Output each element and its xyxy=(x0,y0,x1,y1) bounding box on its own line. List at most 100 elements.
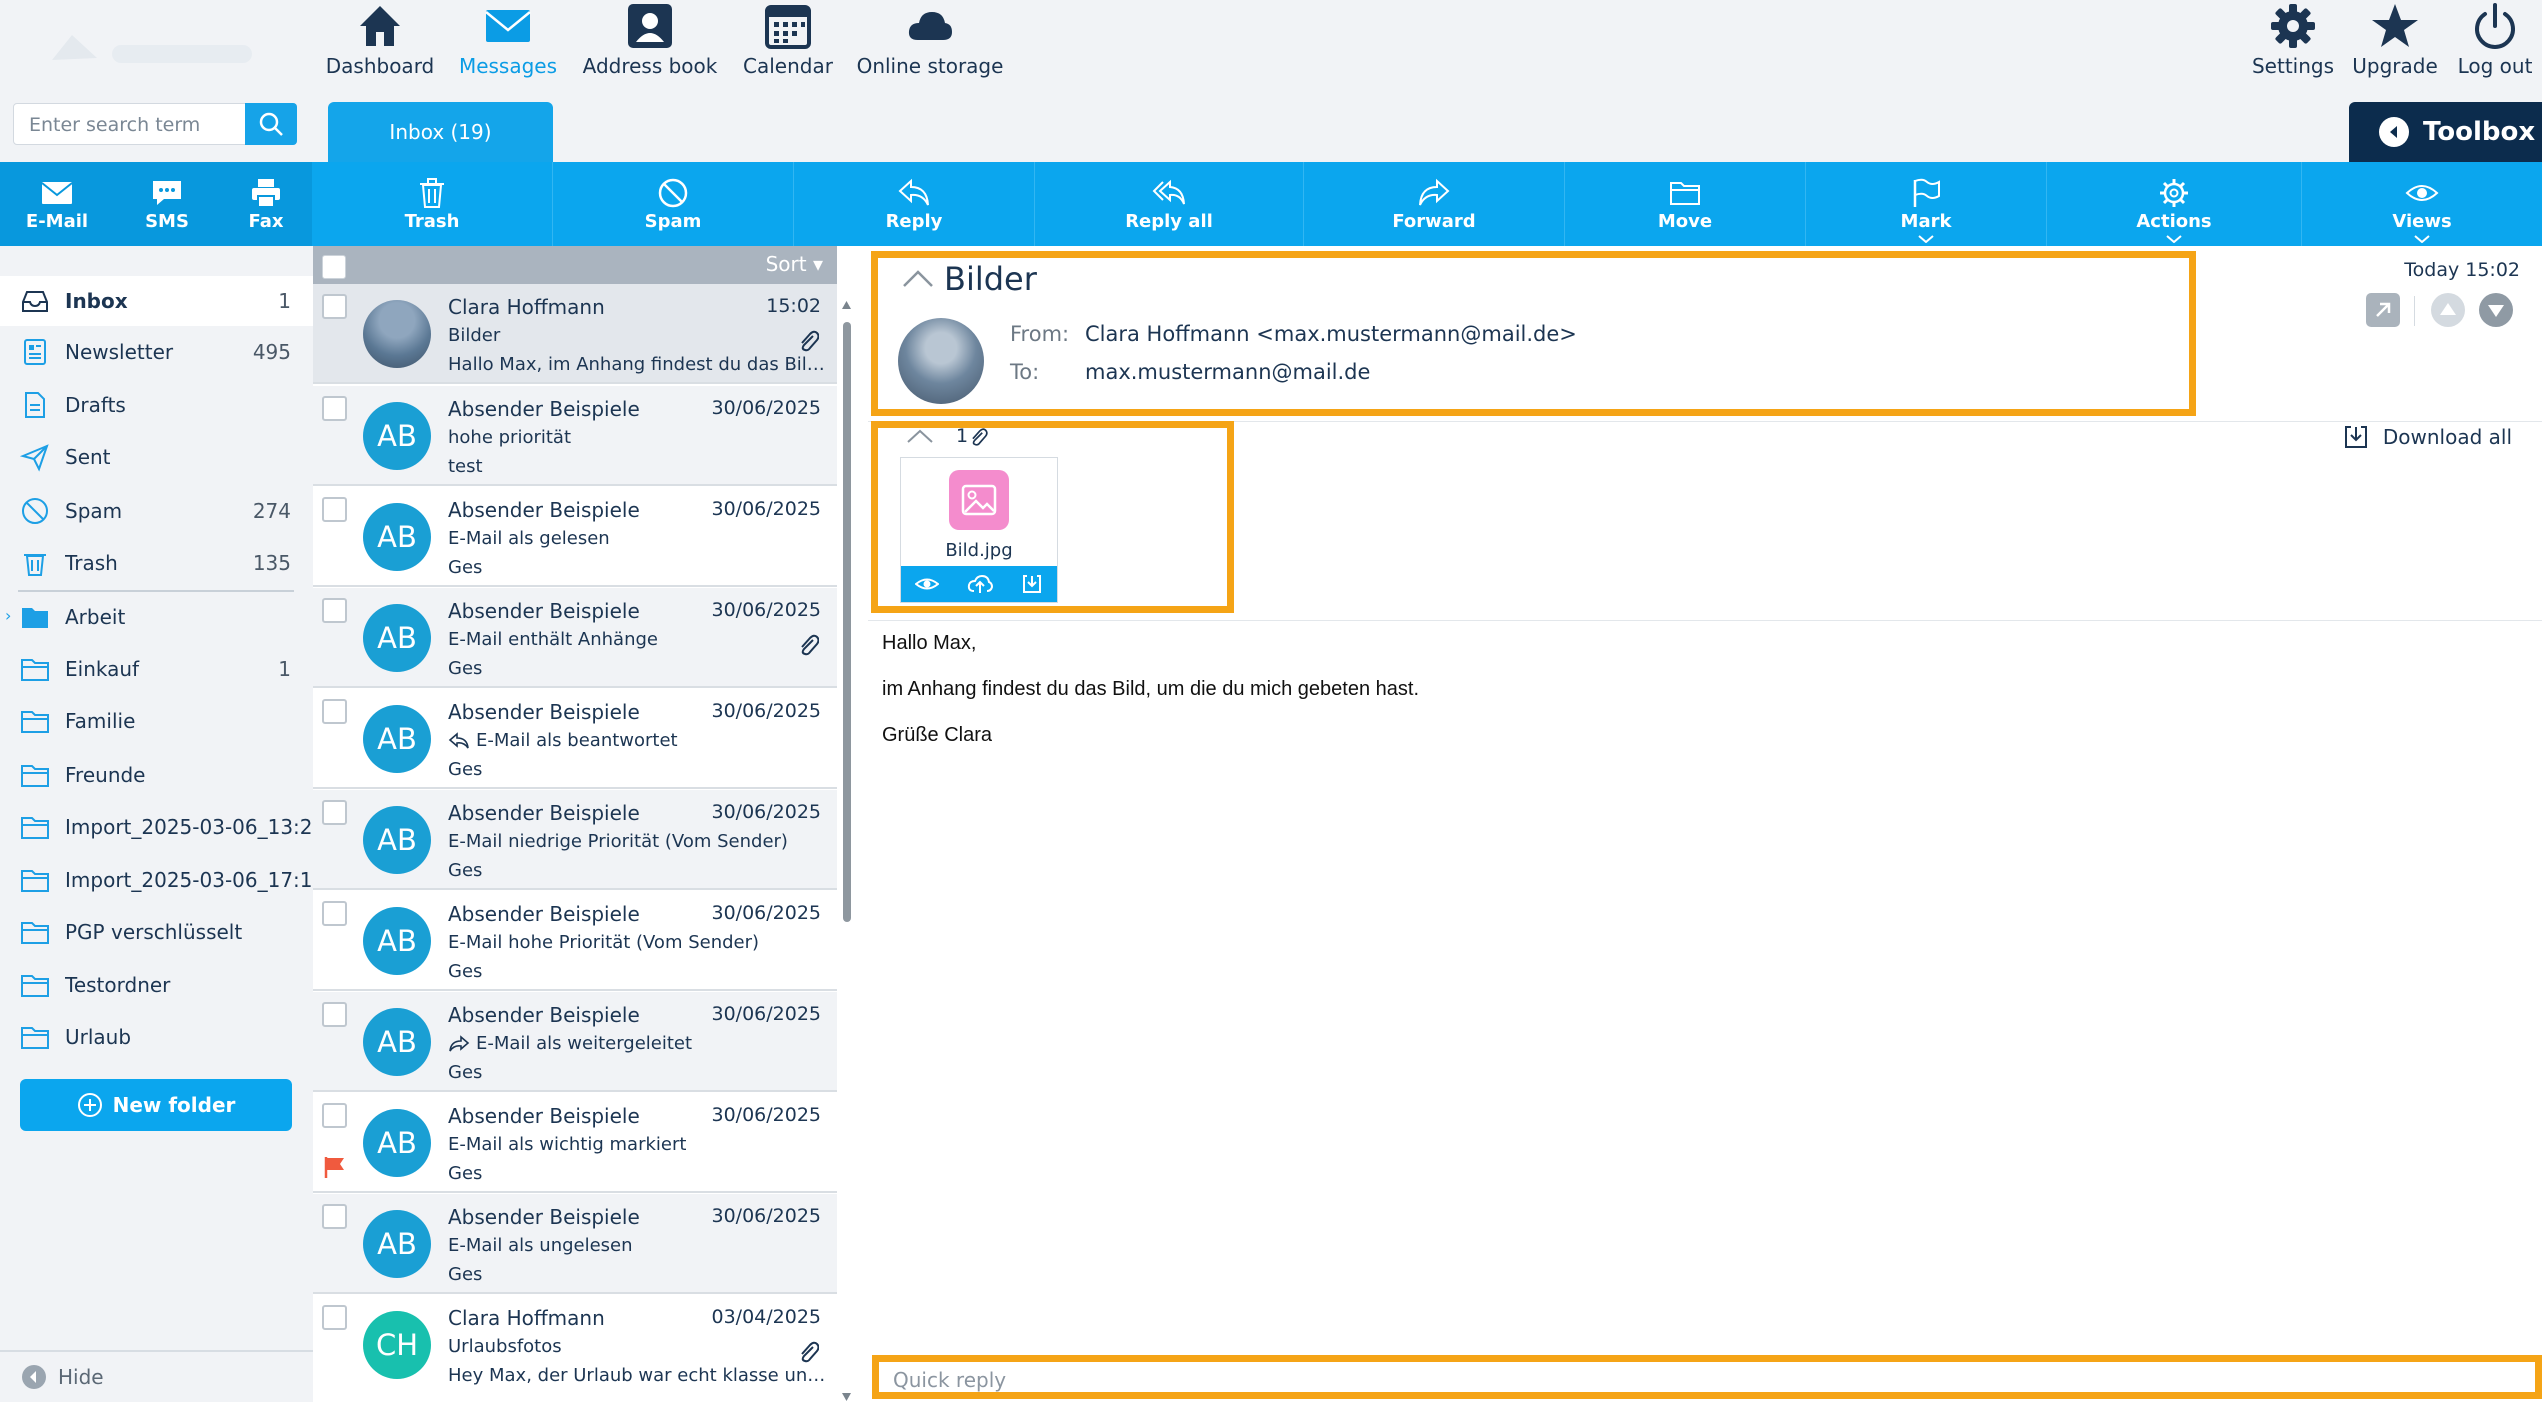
download-icon[interactable] xyxy=(1021,573,1043,595)
nav-messages[interactable]: Messages xyxy=(458,0,558,100)
folder-sent[interactable]: Sent xyxy=(0,432,313,482)
row-checkbox[interactable] xyxy=(322,901,347,926)
folder-name: Familie xyxy=(65,709,136,733)
message-row[interactable]: AB Absender Beispiele 30/06/2025 hohe pr… xyxy=(313,386,837,486)
select-all-checkbox[interactable] xyxy=(322,255,346,279)
reader-subject: Bilder xyxy=(944,260,1037,298)
sort-button[interactable]: Sort ▾ xyxy=(766,252,823,276)
message-list-scrollbar[interactable] xyxy=(841,300,852,1402)
hide-sidebar-button[interactable]: Hide xyxy=(0,1350,313,1402)
message-subject: E-Mail als gelesen xyxy=(448,528,610,549)
search-button[interactable] xyxy=(245,103,297,145)
message-preview: Hey Max, der Urlaub war echt klasse und … xyxy=(448,1365,828,1386)
cloud-upload-icon[interactable] xyxy=(967,574,993,594)
avatar: CH xyxy=(363,1311,431,1379)
folder-inbox[interactable]: Inbox 1 xyxy=(0,276,313,326)
trash-button[interactable]: Trash xyxy=(312,162,552,246)
quick-reply-field[interactable]: Quick reply xyxy=(872,1355,2542,1399)
open-external-button[interactable] xyxy=(2366,293,2400,327)
tab-inbox[interactable]: Inbox (19) xyxy=(328,102,553,162)
search-input[interactable]: Enter search term xyxy=(29,114,200,136)
scroll-down-icon[interactable] xyxy=(841,1392,852,1402)
row-checkbox[interactable] xyxy=(322,294,347,319)
to-value[interactable]: max.mustermann@mail.de xyxy=(1085,360,1370,384)
row-checkbox[interactable] xyxy=(322,598,347,623)
row-checkbox[interactable] xyxy=(322,1002,347,1027)
move-button[interactable]: Move xyxy=(1565,162,1805,246)
reply-icon xyxy=(898,178,929,205)
nav-dashboard[interactable]: Dashboard xyxy=(326,0,434,100)
message-subject: E-Mail als wichtig markiert xyxy=(448,1134,687,1155)
row-checkbox[interactable] xyxy=(322,1103,347,1128)
brand-logo[interactable] xyxy=(42,20,272,80)
compose-email-button[interactable]: E-Mail xyxy=(15,162,99,246)
nav-logout[interactable]: Log out xyxy=(2450,0,2540,100)
plus-circle-icon xyxy=(77,1093,102,1117)
views-button[interactable]: Views xyxy=(2302,162,2542,246)
message-row[interactable]: AB Absender Beispiele 30/06/2025 E-Mail … xyxy=(313,891,837,991)
new-folder-button[interactable]: New folder xyxy=(20,1079,292,1131)
from-value[interactable]: Clara Hoffmann <max.mustermann@mail.de> xyxy=(1085,322,1577,346)
scrollbar-thumb[interactable] xyxy=(843,322,851,922)
nav-online-storage[interactable]: Online storage xyxy=(857,0,1003,100)
previous-message-button[interactable] xyxy=(2431,293,2465,327)
compose-fax-label: Fax xyxy=(248,210,284,232)
reply-all-button[interactable]: Reply all xyxy=(1035,162,1303,246)
message-row[interactable]: CH Clara Hoffmann 03/04/2025 Urlaubsfoto… xyxy=(313,1295,837,1395)
folder-name: Urlaub xyxy=(65,1025,132,1049)
folder-urlaub[interactable]: Urlaub xyxy=(0,1012,313,1062)
folder-familie[interactable]: Familie xyxy=(0,696,313,746)
folder-trash[interactable]: Trash 135 xyxy=(0,538,313,588)
forward-button[interactable]: Forward xyxy=(1304,162,1564,246)
nav-calendar[interactable]: Calendar xyxy=(738,0,838,100)
toolbox-button[interactable]: Toolbox xyxy=(2349,102,2542,162)
message-row[interactable]: AB Absender Beispiele 30/06/2025 E-Mail … xyxy=(313,689,837,789)
row-checkbox[interactable] xyxy=(322,800,347,825)
reply-button[interactable]: Reply xyxy=(794,162,1034,246)
message-row[interactable]: AB Absender Beispiele 30/06/2025 E-Mail … xyxy=(313,790,837,890)
message-sender: Absender Beispiele xyxy=(448,700,640,724)
message-row[interactable]: AB Absender Beispiele 30/06/2025 E-Mail … xyxy=(313,1093,837,1193)
actions-button[interactable]: Actions xyxy=(2047,162,2301,246)
mark-button[interactable]: Mark xyxy=(1806,162,2046,246)
folder-arbeit[interactable]: › Arbeit xyxy=(0,592,313,642)
compose-sms-button[interactable]: SMS xyxy=(125,162,209,246)
nav-address-book[interactable]: Address book xyxy=(580,0,720,100)
folder-count: 135 xyxy=(252,551,291,575)
message-preview: Ges xyxy=(448,557,483,578)
message-row[interactable]: AB Absender Beispiele 30/06/2025 E-Mail … xyxy=(313,588,837,688)
download-all-button[interactable]: Download all xyxy=(2343,424,2512,450)
chevron-right-icon[interactable]: › xyxy=(5,606,11,625)
message-row[interactable]: AB Absender Beispiele 30/06/2025 E-Mail … xyxy=(313,1194,837,1294)
row-checkbox[interactable] xyxy=(322,1204,347,1229)
folder-import-2[interactable]: Import_2025-03-06_17:10... xyxy=(0,855,315,905)
folder-freunde[interactable]: Freunde xyxy=(0,750,313,800)
row-checkbox[interactable] xyxy=(322,497,347,522)
message-subject-text: E-Mail als weitergeleitet xyxy=(476,1033,693,1054)
folder-drafts[interactable]: Drafts xyxy=(0,380,313,430)
message-row[interactable]: AB Absender Beispiele 30/06/2025 E-Mail … xyxy=(313,487,837,587)
compose-fax-button[interactable]: Fax xyxy=(224,162,308,246)
folder-einkauf[interactable]: Einkauf 1 xyxy=(0,644,313,694)
chevron-up-icon[interactable] xyxy=(906,428,934,444)
folder-newsletter[interactable]: Newsletter 495 xyxy=(0,327,313,377)
spam-button[interactable]: Spam xyxy=(553,162,793,246)
scroll-up-icon[interactable] xyxy=(841,300,852,310)
flag-icon[interactable] xyxy=(323,1155,347,1179)
row-checkbox[interactable] xyxy=(322,1305,347,1330)
row-checkbox[interactable] xyxy=(322,396,347,421)
folder-spam[interactable]: Spam 274 xyxy=(0,486,313,536)
attachment-card[interactable]: Bild.jpg xyxy=(900,457,1058,603)
folder-pgp[interactable]: PGP verschlüsselt xyxy=(0,907,313,957)
folder-name: Freunde xyxy=(65,763,146,787)
nav-upgrade[interactable]: Upgrade xyxy=(2350,0,2440,100)
next-message-button[interactable] xyxy=(2479,293,2513,327)
folder-testordner[interactable]: Testordner xyxy=(0,960,313,1010)
chevron-up-icon[interactable] xyxy=(902,268,934,288)
eye-icon[interactable] xyxy=(915,575,939,593)
row-checkbox[interactable] xyxy=(322,699,347,724)
folder-import-1[interactable]: Import_2025-03-06_13:2... xyxy=(0,802,315,852)
message-row[interactable]: AB Absender Beispiele 30/06/2025 E-Mail … xyxy=(313,992,837,1092)
nav-settings[interactable]: Settings xyxy=(2248,0,2338,100)
message-row[interactable]: Clara Hoffmann 15:02 Bilder Hallo Max, i… xyxy=(313,284,837,384)
